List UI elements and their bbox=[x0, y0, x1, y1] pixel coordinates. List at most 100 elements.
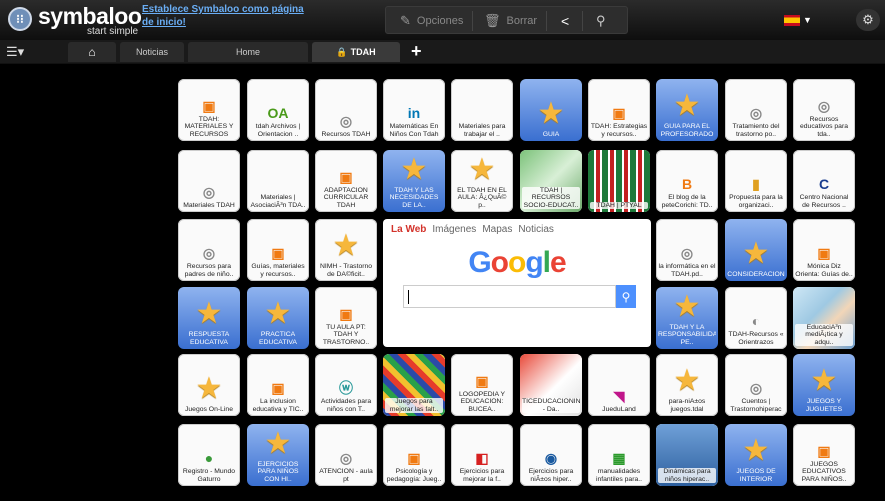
tile-label: manualidades infantiles para.. bbox=[595, 468, 643, 483]
tile-label: Juegos On-Line bbox=[185, 405, 233, 413]
site-icon: ◎ bbox=[202, 183, 216, 200]
tile[interactable]: ▣ Mónica Diz Orienta: Guías de.. bbox=[793, 219, 855, 281]
tile[interactable]: ★ EL TDAH EN EL AULA: Â¿QuÃ© p.. bbox=[451, 150, 513, 212]
star-icon: ★ bbox=[810, 364, 838, 397]
tile[interactable]: ◐ TDAH-Recursos « Orientrazos bbox=[725, 287, 787, 349]
site-icon: ◎ bbox=[749, 380, 763, 396]
tile[interactable]: ★ JUEGOS DE INTERIOR bbox=[725, 424, 787, 486]
tile[interactable]: ◎ Cuentos | Trastornohiperac bbox=[725, 354, 787, 416]
google-search-button[interactable]: ⚲ bbox=[616, 285, 636, 308]
star-icon: ★ bbox=[673, 289, 701, 323]
tile[interactable]: ▣ LOGOPEDIA Y EDUCACION: BUCEA.. bbox=[451, 354, 513, 416]
tile-label: Cuentos | Trastornohiperac bbox=[730, 398, 782, 413]
tile[interactable]: ◎ Tratamiento del trastorno po.. bbox=[725, 79, 787, 141]
logo-subtitle: start simple bbox=[87, 26, 139, 37]
gear-icon: ⚙ bbox=[862, 12, 874, 27]
tile-label: Actividades para niños con T.. bbox=[320, 398, 372, 413]
tile[interactable]: ▣ TDAH: Estrategias y recursos.. bbox=[588, 79, 650, 141]
tab-noticias[interactable]: Noticias bbox=[120, 42, 184, 62]
top-bar: ⁝⁝ symbaloo start simple Establece Symba… bbox=[0, 0, 885, 40]
share-button[interactable]: < bbox=[561, 7, 569, 35]
tile[interactable]: Dinámicas para niños hiperac.. bbox=[656, 424, 718, 486]
tab-tdah[interactable]: 🔒 TDAH bbox=[312, 42, 400, 62]
tile-label: TDAH: MATERIALES Y RECURSOS bbox=[184, 115, 234, 138]
tile-label: Centro Nacional de Recursos .. bbox=[799, 194, 849, 209]
site-icon: ▦ bbox=[612, 450, 626, 466]
tile[interactable]: ▣ La inclusion educativa y TIC.. bbox=[247, 354, 309, 416]
tile[interactable]: ⓦ Actividades para niños con T.. bbox=[315, 354, 377, 416]
tile[interactable]: TDAH | PTYAL bbox=[588, 150, 650, 212]
google-tab[interactable]: Imágenes bbox=[432, 224, 476, 235]
tile[interactable]: C Centro Nacional de Recursos .. bbox=[793, 150, 855, 212]
tile[interactable]: ★ NIMH - Trastorno de DA©ficit.. bbox=[315, 219, 377, 281]
tile[interactable]: ▦ manualidades infantiles para.. bbox=[588, 424, 650, 486]
tile[interactable]: ◥ JueduLand bbox=[588, 354, 650, 416]
tile-label: RESPUESTA EDUCATIVA bbox=[188, 331, 230, 346]
tile[interactable]: ★ TDAH Y LAS NECESIDADES DE LA.. bbox=[383, 150, 445, 212]
tab-home[interactable]: Home bbox=[188, 42, 308, 62]
tile[interactable]: Juegos para mejorar las falt.. bbox=[383, 354, 445, 416]
google-logo-letter: e bbox=[549, 246, 567, 279]
edit-icon: ✎ bbox=[400, 13, 411, 28]
settings-button[interactable]: ⚙ bbox=[856, 9, 880, 31]
tile[interactable]: ◧ Ejercicios para mejorar la f.. bbox=[451, 424, 513, 486]
tile[interactable]: ★ TDAH Y LA RESPONSABILIDA PE.. bbox=[656, 287, 718, 349]
share-icon: < bbox=[561, 13, 570, 29]
site-icon: ▣ bbox=[339, 305, 353, 322]
options-button[interactable]: ✎ Opciones bbox=[400, 7, 463, 35]
google-tab[interactable]: Mapas bbox=[482, 224, 512, 235]
tile[interactable]: ◎ Recursos TDAH bbox=[315, 79, 377, 141]
tile-label: JUEGOS Y JUGUETES bbox=[805, 398, 843, 413]
tile[interactable]: TDAH | RECURSOS SOCIO-EDUCAT.. bbox=[520, 150, 582, 212]
tile[interactable]: ◎ la informática en el TDAH.pd.. bbox=[656, 219, 718, 281]
google-search-input[interactable] bbox=[403, 285, 616, 308]
set-homepage-link[interactable]: Establece Symbaloo como página de inicio… bbox=[142, 3, 317, 29]
tile[interactable]: ◎ Materiales TDAH bbox=[178, 150, 240, 212]
spain-flag-icon bbox=[784, 14, 800, 26]
tile[interactable]: ◎ Recursos educativos para tda.. bbox=[793, 79, 855, 141]
tile[interactable]: ▣ Guías, materiales y recursos.. bbox=[247, 219, 309, 281]
tile[interactable]: ★ GUIA bbox=[520, 79, 582, 141]
google-logo-letter: o bbox=[490, 246, 509, 279]
tile[interactable]: ★ Juegos On-Line bbox=[178, 354, 240, 416]
search-button[interactable]: ⚲ bbox=[596, 7, 606, 35]
add-tab-button[interactable]: + bbox=[411, 41, 422, 62]
language-selector[interactable]: ▼ bbox=[784, 10, 816, 30]
tab-home-icon[interactable]: ⌂ bbox=[68, 42, 116, 62]
tile[interactable]: ▣ ADAPTACION CURRICULAR TDAH bbox=[315, 150, 377, 212]
tile[interactable]: ★ PRACTICA EDUCATIVA bbox=[247, 287, 309, 349]
tile[interactable]: ◎ ATENCIÓN - aula pt bbox=[315, 424, 377, 486]
tile[interactable]: Materiales | AsociaciÃ³n TDA.. bbox=[247, 150, 309, 212]
tile[interactable]: ★ GUIA PARA EL PROFESORADO bbox=[656, 79, 718, 141]
tile[interactable]: Materiales para trabajar el .. bbox=[451, 79, 513, 141]
tile[interactable]: OA tdah Archivos | Orientacion .. bbox=[247, 79, 309, 141]
tile[interactable]: ▣ TDAH: MATERIALES Y RECURSOS bbox=[178, 79, 240, 141]
delete-button[interactable]: 🗑 Borrar bbox=[484, 7, 537, 35]
tile[interactable]: B El blog de la peteCorichi: TD.. bbox=[656, 150, 718, 212]
tile[interactable]: ▮ Propuesta para la organizaci.. bbox=[725, 150, 787, 212]
tile[interactable]: in Matemáticas En Niños Con Tdah bbox=[383, 79, 445, 141]
tile[interactable]: ★ RESPUESTA EDUCATIVA bbox=[178, 287, 240, 349]
search-icon: ⚲ bbox=[621, 289, 631, 304]
chevron-down-icon: ▼ bbox=[803, 15, 812, 25]
tile[interactable]: EducaciÃ³n mediÃ¡tica y adqu.. bbox=[793, 287, 855, 349]
tile[interactable]: ★ JUEGOS Y JUGUETES bbox=[793, 354, 855, 416]
tile-label: Guías, materiales y recursos.. bbox=[251, 263, 305, 278]
tile[interactable]: ◎ Recursos para padres de niño.. bbox=[178, 219, 240, 281]
tile[interactable]: ◉ Ejercicios para niÃ±os hiper.. bbox=[520, 424, 582, 486]
tile[interactable]: ★ CONSIDERACION bbox=[725, 219, 787, 281]
tile-label: El blog de la peteCorichi: TD.. bbox=[661, 194, 713, 209]
star-icon: ★ bbox=[468, 152, 496, 186]
google-tab[interactable]: Noticias bbox=[518, 224, 554, 235]
tile[interactable]: ★ EJERCICIOS PARA NIÑOS CON HI.. bbox=[247, 424, 309, 486]
tile[interactable]: ▣ JUEGOS EDUCATIVOS PARA NIÑOS.. bbox=[793, 424, 855, 486]
google-tab[interactable]: La Web bbox=[391, 224, 426, 235]
menu-button[interactable]: ☰▾ bbox=[6, 44, 24, 60]
tile[interactable]: ● Registro - Mundo Gaturro bbox=[178, 424, 240, 486]
symbaloo-logo-icon[interactable]: ⁝⁝ bbox=[8, 7, 32, 31]
tile[interactable]: ★ para-niÃ±os juegos.tdal bbox=[656, 354, 718, 416]
tile[interactable]: ▣ TU AULA PT: TDAH Y TRASTORNO.. bbox=[315, 287, 377, 349]
site-icon: ◎ bbox=[339, 450, 353, 466]
tile[interactable]: ▣ Psicología y pedagogía: Jueg.. bbox=[383, 424, 445, 486]
tile[interactable]: TICEDUCACIONIN - Da.. bbox=[520, 354, 582, 416]
